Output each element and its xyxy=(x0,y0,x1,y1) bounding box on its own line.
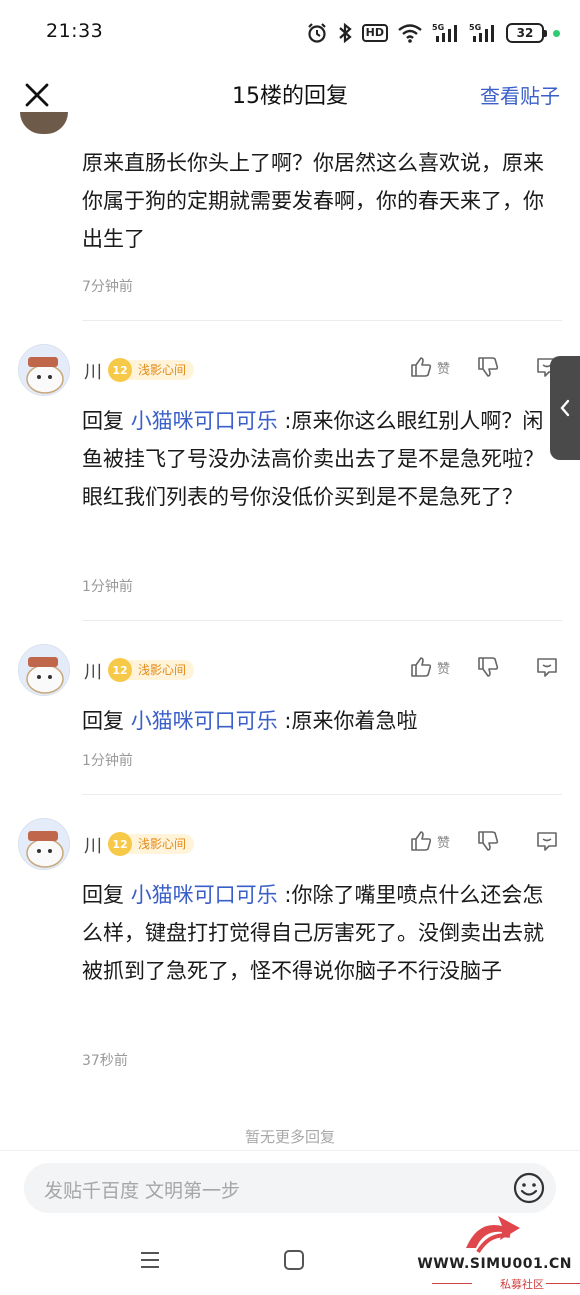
dislike-button[interactable] xyxy=(476,829,500,853)
svg-text:5G: 5G xyxy=(432,23,444,32)
emoji-icon[interactable] xyxy=(512,1171,546,1205)
reply-prefix: 回复 xyxy=(82,883,131,907)
like-label: 赞 xyxy=(436,661,450,677)
avatar[interactable] xyxy=(20,112,68,134)
avatar[interactable] xyxy=(18,344,70,396)
hd-icon: HD xyxy=(361,24,388,42)
reply-prefix: 回复 xyxy=(82,709,131,733)
thumbs-down-icon xyxy=(478,831,499,851)
reply-item: 川 12 浅影心间 赞 回复 小猫咪可口可乐 :原来你着急啦 1分钟前 xyxy=(0,644,580,774)
thumbs-up-icon xyxy=(411,657,432,677)
like-button[interactable]: 赞 xyxy=(409,655,450,679)
dislike-button[interactable] xyxy=(476,355,500,379)
watermark-logo xyxy=(466,1216,520,1254)
comment-time: 37秒前 xyxy=(82,1053,128,1069)
like-label: 赞 xyxy=(436,361,450,377)
watermark-url: WWW.SIMU001.CN xyxy=(417,1256,572,1272)
thumbs-up-icon xyxy=(411,831,432,851)
dislike-button[interactable] xyxy=(476,655,500,679)
avatar-image xyxy=(19,345,69,395)
reply-actions: 赞 xyxy=(409,654,560,680)
view-post-link[interactable]: 查看贴子 xyxy=(480,80,560,109)
reply-text: 回复 小猫咪可口可乐 :原来你这么眼红别人啊？闲鱼被挂飞了号没办法高价卖出去了是… xyxy=(82,402,556,516)
bluetooth-icon xyxy=(338,22,352,44)
comment-input[interactable]: 发贴千百度 文明第一步 xyxy=(24,1163,556,1213)
reply-comment-button[interactable] xyxy=(534,654,560,680)
reply-to-user[interactable]: 小猫咪可口可乐 xyxy=(131,709,278,733)
level-name: 浅影心间 xyxy=(126,360,195,380)
alarm-icon xyxy=(307,23,326,43)
username[interactable]: 川 xyxy=(84,832,102,858)
side-expand-tab[interactable] xyxy=(550,356,580,460)
reply-item: 川 12 浅影心间 赞 回复 小猫咪可口可乐 :原来你这么眼红别人啊？闲鱼被挂飞… xyxy=(0,344,580,614)
avatar-image xyxy=(19,819,69,869)
username[interactable]: 川 xyxy=(84,658,102,684)
level-badge: 12 浅影心间 xyxy=(108,358,195,382)
battery-level: 32 xyxy=(516,26,534,40)
status-bar: 21:33 HD 5G 5G 32 xyxy=(0,0,580,66)
comment-icon xyxy=(537,658,557,677)
watermark: WWW.SIMU001.CN 私募社区 xyxy=(402,1212,580,1292)
header: 15楼的回复 查看贴子 xyxy=(0,66,580,122)
watermark-line xyxy=(432,1283,472,1284)
svg-text:5G: 5G xyxy=(469,23,481,32)
reply-actions: 赞 xyxy=(409,828,560,854)
signal-5g-icon: 5G xyxy=(469,23,494,42)
comment-time: 1分钟前 xyxy=(82,753,133,769)
status-time: 21:33 xyxy=(46,20,104,42)
reply-prefix: 回复 xyxy=(82,409,131,433)
thumbs-down-icon xyxy=(478,357,499,377)
divider xyxy=(82,320,562,321)
comment-time: 7分钟前 xyxy=(82,279,133,295)
input-placeholder: 发贴千百度 文明第一步 xyxy=(44,1180,241,1202)
avatar[interactable] xyxy=(18,644,70,696)
level-name: 浅影心间 xyxy=(126,834,195,854)
reply-item: 川 12 浅影心间 赞 回复 小猫咪可口可乐 :你除了嘴里喷点什么还会怎么样，键… xyxy=(0,818,580,1078)
reply-comment-button[interactable] xyxy=(534,828,560,854)
reply-text: 回复 小猫咪可口可乐 :你除了嘴里喷点什么还会怎么样，键盘打打觉得自己厉害死了。… xyxy=(82,876,556,990)
charging-dot xyxy=(553,29,560,37)
battery-icon: 32 xyxy=(506,23,547,43)
comment-icon xyxy=(537,832,557,851)
divider xyxy=(82,794,562,795)
reply-to-user[interactable]: 小猫咪可口可乐 xyxy=(131,883,278,907)
comment-time: 1分钟前 xyxy=(82,579,133,595)
level-number: 12 xyxy=(108,358,132,382)
watermark-line xyxy=(546,1283,580,1284)
level-name: 浅影心间 xyxy=(126,660,195,680)
like-button[interactable]: 赞 xyxy=(409,829,450,853)
username[interactable]: 川 xyxy=(84,358,102,384)
reply-actions: 赞 xyxy=(409,354,560,380)
comment-text: 原来直肠长你头上了啊？你居然这么喜欢说，原来你属于狗的定期就需要发春啊，你的春天… xyxy=(82,151,544,251)
no-more-replies: 暂无更多回复 xyxy=(244,1128,335,1146)
reply-content: :原来你着急啦 xyxy=(277,709,418,733)
reply-to-user[interactable]: 小猫咪可口可乐 xyxy=(131,409,278,433)
like-button[interactable]: 赞 xyxy=(409,355,450,379)
status-icons: HD 5G 5G 32 xyxy=(306,20,560,46)
level-number: 12 xyxy=(108,832,132,856)
avatar-image xyxy=(19,645,69,695)
avatar[interactable] xyxy=(18,818,70,870)
divider xyxy=(82,620,562,621)
thumbs-up-icon xyxy=(411,357,432,377)
level-number: 12 xyxy=(108,658,132,682)
home-icon[interactable] xyxy=(280,1246,308,1274)
reply-text: 回复 小猫咪可口可乐 :原来你着急啦 xyxy=(82,702,556,740)
like-label: 赞 xyxy=(436,835,450,851)
signal-5g-icon: 5G xyxy=(432,23,457,42)
watermark-sub: 私募社区 xyxy=(500,1278,544,1291)
level-badge: 12 浅影心间 xyxy=(108,658,195,682)
wifi-icon xyxy=(398,24,422,43)
thumbs-down-icon xyxy=(478,657,499,677)
chevron-left-icon xyxy=(560,399,570,417)
level-badge: 12 浅影心间 xyxy=(108,832,195,856)
menu-icon[interactable] xyxy=(136,1246,164,1274)
